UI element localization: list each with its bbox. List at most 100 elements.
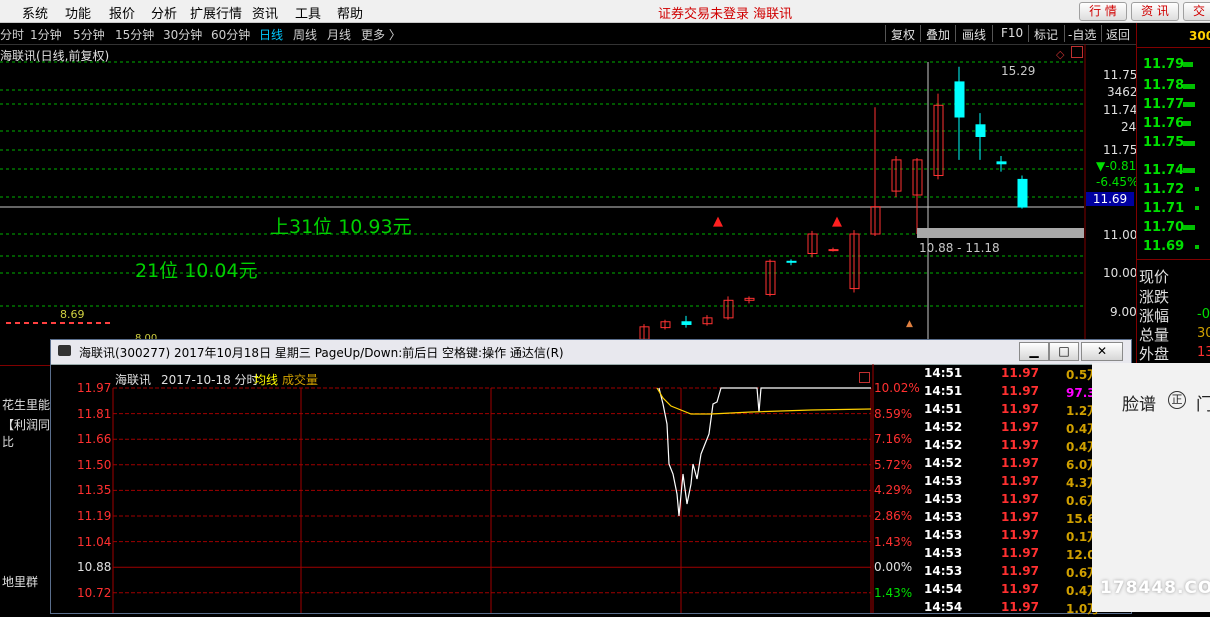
- tick-price: 11.97: [1001, 420, 1039, 434]
- bid-ask-price: 11.74: [1143, 163, 1185, 178]
- intraday-stock-name: 海联讯: [115, 373, 152, 387]
- stock-code-label: 300: [1189, 29, 1210, 43]
- side-label[interactable]: 【利润同比: [2, 416, 50, 450]
- period-weekly[interactable]: 周线: [293, 26, 317, 43]
- axis-label: 24: [1121, 120, 1137, 134]
- period-daily[interactable]: 日线: [259, 26, 283, 43]
- candle-body: [1017, 178, 1028, 208]
- candle-body: [975, 124, 986, 138]
- outer-volume-label: 外盘: [1139, 345, 1170, 363]
- total-volume-label: 总量: [1139, 326, 1170, 344]
- period-60min[interactable]: 60分钟: [211, 26, 250, 43]
- axis-label: 10.00: [1103, 266, 1138, 280]
- y-axis-right-label: 7.16%: [874, 432, 913, 447]
- tool-f10[interactable]: F10: [1001, 26, 1023, 40]
- up-arrow-icon: ▲: [713, 214, 723, 229]
- price-line: [658, 387, 871, 517]
- tool-adjust[interactable]: 复权: [891, 26, 915, 43]
- axis-label: 11.74: [1103, 103, 1138, 117]
- bid-ask-price: 11.77: [1143, 97, 1185, 112]
- tick-price: 11.97: [1001, 438, 1039, 452]
- menu-function[interactable]: 功能: [65, 3, 91, 22]
- volume-bar: [1183, 121, 1191, 126]
- tool-overlay[interactable]: 叠加: [926, 26, 950, 43]
- high-price-label: 15.29: [1001, 64, 1036, 78]
- panel-divider: [1137, 259, 1210, 260]
- toolbar-divider: [1028, 25, 1029, 42]
- tick-time: 14:51: [924, 384, 963, 398]
- toolbar-divider: [920, 25, 921, 42]
- y-axis-left-label: 11.35: [77, 483, 112, 498]
- kline-canvas: [0, 44, 1086, 344]
- chip-hint-upper: 上31位 10.93元: [270, 216, 412, 238]
- menu-extended-quote[interactable]: 扩展行情: [190, 3, 242, 22]
- axis-label: 9.00: [1110, 305, 1137, 319]
- period-more[interactable]: 更多 〉: [361, 26, 401, 43]
- bid-ask-price: 11.79: [1143, 57, 1185, 72]
- tool-back[interactable]: 返回: [1106, 26, 1130, 43]
- kline-chart[interactable]: 海联讯(日线,前复权) ◇ 15.29 8.69 8.00 10.88 - 11…: [0, 44, 1138, 344]
- side-label: 地里群: [2, 575, 39, 589]
- chip-hint-lower: 21位 10.04元: [135, 260, 258, 282]
- intraday-chart[interactable]: 海联讯 2017-10-18 分时 均线 成交量 11.97 11.81 11.66…: [51, 364, 921, 613]
- y-axis-right-label: 10.02%: [874, 381, 920, 395]
- y-axis-right-label: 0.00%: [874, 560, 913, 575]
- toolbar-divider: [955, 25, 956, 42]
- tool-favorite[interactable]: -自选: [1068, 26, 1096, 43]
- app-icon: [58, 345, 71, 356]
- period-15min[interactable]: 15分钟: [115, 26, 154, 43]
- marker-icon: ▲: [906, 319, 913, 329]
- popup-title: 海联讯(300277) 2017年10月18日 星期三 PageUp/Down:…: [79, 346, 564, 360]
- tick-time: 14:53: [924, 564, 963, 578]
- minimize-button[interactable]: ▁: [1019, 342, 1049, 361]
- maximize-button[interactable]: □: [1049, 342, 1079, 361]
- quote-panel: 300 11.79 11.78 11.77 11.76 11.75 11.74 …: [1136, 23, 1210, 363]
- side-overlay: 脸谱 正 门: [1092, 363, 1210, 612]
- axis-label: 11.75: [1103, 68, 1138, 82]
- price-range-band: [917, 228, 1084, 238]
- toolbar-divider: [1101, 25, 1102, 42]
- tick-time: 14:52: [924, 456, 963, 470]
- tick-price: 11.97: [1001, 456, 1039, 470]
- period-monthly[interactable]: 月线: [327, 26, 351, 43]
- menu-news[interactable]: 资讯: [252, 3, 278, 22]
- volume-bar: [1195, 187, 1199, 191]
- y-axis-left-label: 10.88: [77, 560, 112, 575]
- menu-help[interactable]: 帮助: [337, 3, 363, 22]
- tick-price: 11.97: [1001, 366, 1039, 380]
- volume-bar: [1183, 168, 1195, 173]
- period-1min[interactable]: 1分钟: [30, 26, 62, 43]
- tick-time: 14:51: [924, 402, 963, 416]
- bid-ask-price: 11.75: [1143, 135, 1185, 150]
- popup-titlebar[interactable]: 海联讯(300277) 2017年10月18日 星期三 PageUp/Down:…: [51, 340, 1131, 365]
- price-range-label: 10.88 - 11.18: [919, 241, 1000, 255]
- period-30min[interactable]: 30分钟: [163, 26, 202, 43]
- tick-time: 14:53: [924, 510, 963, 524]
- menu-quote[interactable]: 报价: [109, 3, 135, 22]
- menu-system[interactable]: 系统: [22, 3, 48, 22]
- menu-tools[interactable]: 工具: [295, 3, 321, 22]
- expand-icon[interactable]: [859, 372, 870, 383]
- tick-time: 14:52: [924, 438, 963, 452]
- candle-body: [954, 81, 965, 118]
- diamond-icon[interactable]: ◇: [1056, 48, 1064, 61]
- intraday-popup-window[interactable]: 海联讯(300277) 2017年10月18日 星期三 PageUp/Down:…: [50, 339, 1132, 616]
- current-price-label: 现价: [1139, 268, 1170, 286]
- tool-draw[interactable]: 画线: [962, 26, 986, 43]
- tick-price: 11.97: [1001, 564, 1039, 578]
- menu-analysis[interactable]: 分析: [151, 3, 177, 22]
- period-intraday[interactable]: 分时: [0, 26, 24, 43]
- close-button[interactable]: ✕: [1081, 342, 1123, 361]
- tool-mark[interactable]: 标记: [1034, 26, 1058, 43]
- tick-time: 14:53: [924, 474, 963, 488]
- change-label: 涨跌: [1139, 288, 1170, 306]
- trade-button[interactable]: 交: [1183, 2, 1210, 21]
- y-axis-right-label: 8.59%: [874, 406, 913, 421]
- volume-bar: [1183, 84, 1195, 89]
- quote-button[interactable]: 行 情: [1079, 2, 1127, 21]
- news-button[interactable]: 资 讯: [1131, 2, 1179, 21]
- y-axis-right-label: 5.72%: [874, 457, 913, 472]
- expand-icon[interactable]: [1071, 46, 1083, 58]
- y-axis-left-label: 11.04: [77, 534, 112, 549]
- period-5min[interactable]: 5分钟: [73, 26, 105, 43]
